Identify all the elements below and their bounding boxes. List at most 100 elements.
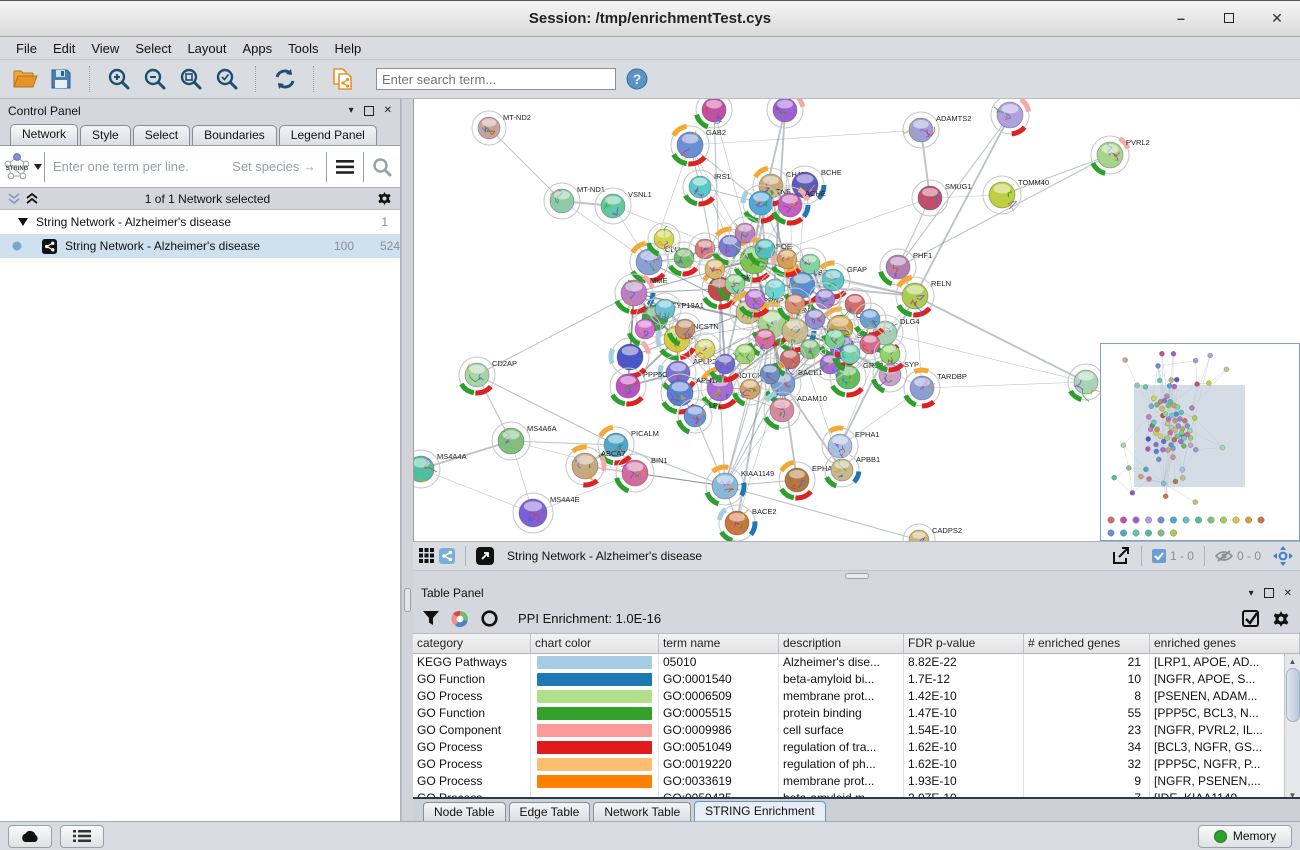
singleton-node[interactable] xyxy=(1145,530,1151,536)
singleton-node[interactable] xyxy=(1108,530,1114,536)
singleton-node[interactable] xyxy=(1233,517,1239,523)
task-list-icon[interactable] xyxy=(60,825,104,848)
tree-expand-icon[interactable] xyxy=(18,218,28,226)
save-icon[interactable] xyxy=(46,64,76,94)
tab-network-table[interactable]: Network Table xyxy=(593,802,691,821)
column-header--enriched-genes[interactable]: # enriched genes xyxy=(1024,634,1150,653)
minimize-icon[interactable]: – xyxy=(1172,9,1190,27)
collapse-all-icon[interactable] xyxy=(8,193,20,205)
menu-select[interactable]: Select xyxy=(127,41,179,56)
scrollbar-thumb[interactable] xyxy=(1286,668,1300,722)
menu-apps[interactable]: Apps xyxy=(235,41,281,56)
string-search-icon[interactable] xyxy=(364,157,400,177)
help-icon[interactable]: ? xyxy=(622,64,652,94)
network-node-gab2[interactable]: GAB2 xyxy=(671,126,726,164)
network-edge[interactable] xyxy=(477,375,616,445)
float-panel-icon[interactable]: ▾ xyxy=(1249,588,1254,599)
table-row[interactable]: GO ProcessGO:0051049regulation of tra...… xyxy=(413,739,1300,756)
close-panel-icon[interactable]: ✕ xyxy=(1284,588,1292,599)
string-logo-icon[interactable]: STRING xyxy=(0,152,44,182)
singleton-node[interactable] xyxy=(1120,517,1126,523)
column-header-category[interactable]: category xyxy=(413,634,531,653)
network-node[interactable] xyxy=(991,99,1029,134)
network-node-smug1[interactable]: SMUG1 xyxy=(912,180,972,216)
birdseye-share-icon[interactable] xyxy=(439,548,455,564)
scroll-down-icon[interactable]: ▼ xyxy=(1285,788,1300,797)
network-edge[interactable] xyxy=(922,382,1086,388)
menu-tools[interactable]: Tools xyxy=(280,41,326,56)
network-node-mt-nd2[interactable]: MT-ND2 xyxy=(472,111,531,145)
horizontal-splitter[interactable] xyxy=(413,570,1300,583)
ring-icon[interactable] xyxy=(481,610,498,627)
zoom-in-icon[interactable] xyxy=(104,64,134,94)
tab-legend-panel[interactable]: Legend Panel xyxy=(279,125,377,145)
refresh-icon[interactable] xyxy=(270,64,300,94)
select-columns-checkbox-icon[interactable] xyxy=(1242,610,1260,628)
string-options-icon[interactable] xyxy=(327,160,363,174)
singleton-node[interactable] xyxy=(1170,517,1176,523)
export-network-icon[interactable] xyxy=(1111,546,1131,566)
panel-divider[interactable] xyxy=(401,99,413,821)
network-options-gear-icon[interactable] xyxy=(377,191,392,206)
maximize-icon[interactable] xyxy=(1220,9,1238,27)
network-edge[interactable] xyxy=(489,128,562,201)
network-canvas[interactable]: MT-ND2MT-ND1VSNL1GAB2IRS1CHATBCHETNFACHE… xyxy=(413,99,1300,541)
network-node-tomm40[interactable]: TOMM40 xyxy=(983,176,1049,214)
table-row[interactable]: GO ComponentGO:0009986cell surface1.54E-… xyxy=(413,722,1300,739)
network-edge[interactable] xyxy=(885,333,1086,382)
zoom-selected-icon[interactable] xyxy=(212,64,242,94)
table-row[interactable]: GO FunctionGO:0005515protein binding1.47… xyxy=(413,705,1300,722)
network-node-adamts2[interactable]: ADAMTS2 xyxy=(903,112,972,148)
singleton-node[interactable] xyxy=(1195,517,1201,523)
network-edge[interactable] xyxy=(915,296,1086,382)
network-node-kiaa1149[interactable]: KIAA1149 xyxy=(706,467,774,505)
filter-funnel-icon[interactable] xyxy=(423,611,439,626)
network-node-cadps2[interactable]: CADPS2 xyxy=(903,524,962,541)
network-node-ms4a6a[interactable]: MS4A6A xyxy=(492,422,557,460)
set-species-label[interactable]: Set species → xyxy=(232,159,326,174)
dock-panel-icon[interactable] xyxy=(364,106,374,116)
network-node-pvrl2[interactable]: PVRL2 xyxy=(1091,136,1150,174)
zoom-fit-icon[interactable] xyxy=(176,64,206,94)
network-collection-row[interactable]: String Network - Alzheimer's disease 1 xyxy=(0,210,400,234)
hidden-eye-icon[interactable] xyxy=(1215,549,1233,563)
tab-style[interactable]: Style xyxy=(80,125,131,145)
table-row[interactable]: GO ProcessGO:0006509membrane prot...1.42… xyxy=(413,688,1300,705)
table-row[interactable]: GO ProcessGO:0033619membrane prot...1.93… xyxy=(413,773,1300,790)
singleton-node[interactable] xyxy=(1158,517,1164,523)
float-panel-icon[interactable]: ▾ xyxy=(349,105,354,116)
network-node-ms4a4a[interactable]: MS4A4A xyxy=(414,450,467,488)
menu-view[interactable]: View xyxy=(83,41,127,56)
open-folder-icon[interactable] xyxy=(10,64,40,94)
tab-select[interactable]: Select xyxy=(133,125,190,145)
singleton-node[interactable] xyxy=(1158,530,1164,536)
scroll-up-icon[interactable]: ▲ xyxy=(1285,654,1300,668)
network-edge[interactable] xyxy=(1002,155,1110,195)
navigate-compass-icon[interactable] xyxy=(1272,545,1294,567)
zoom-out-icon[interactable] xyxy=(140,64,170,94)
table-row[interactable]: GO ProcessGO:0050435beta-amyloid m...2.0… xyxy=(413,790,1300,797)
tab-string-enrichment[interactable]: STRING Enrichment xyxy=(694,801,825,821)
column-header-enriched-genes[interactable]: enriched genes xyxy=(1150,634,1300,653)
copy-network-icon[interactable] xyxy=(328,64,358,94)
singleton-node[interactable] xyxy=(1220,517,1226,523)
table-scrollbar[interactable]: ▲ ▼ xyxy=(1284,654,1300,797)
tab-boundaries[interactable]: Boundaries xyxy=(192,125,277,145)
singleton-node[interactable] xyxy=(1120,530,1126,536)
birds-eye-view[interactable] xyxy=(1100,343,1300,541)
close-icon[interactable]: ✕ xyxy=(1268,9,1286,27)
network-edge[interactable] xyxy=(421,469,533,513)
expand-all-icon[interactable] xyxy=(26,193,38,205)
menu-file[interactable]: File xyxy=(8,41,45,56)
tab-node-table[interactable]: Node Table xyxy=(423,802,506,821)
tab-edge-table[interactable]: Edge Table xyxy=(509,802,591,821)
network-node-cd2ap[interactable]: CD2AP xyxy=(459,357,517,393)
singleton-node[interactable] xyxy=(1133,517,1139,523)
cloud-icon[interactable] xyxy=(8,825,52,848)
singleton-node[interactable] xyxy=(1258,517,1264,523)
dock-panel-icon[interactable] xyxy=(1264,588,1274,598)
string-query-input[interactable] xyxy=(45,159,232,174)
column-header-fdr-p-value[interactable]: FDR p-value xyxy=(904,634,1024,653)
column-header-chart-color[interactable]: chart color xyxy=(531,634,659,653)
menu-layout[interactable]: Layout xyxy=(179,41,234,56)
